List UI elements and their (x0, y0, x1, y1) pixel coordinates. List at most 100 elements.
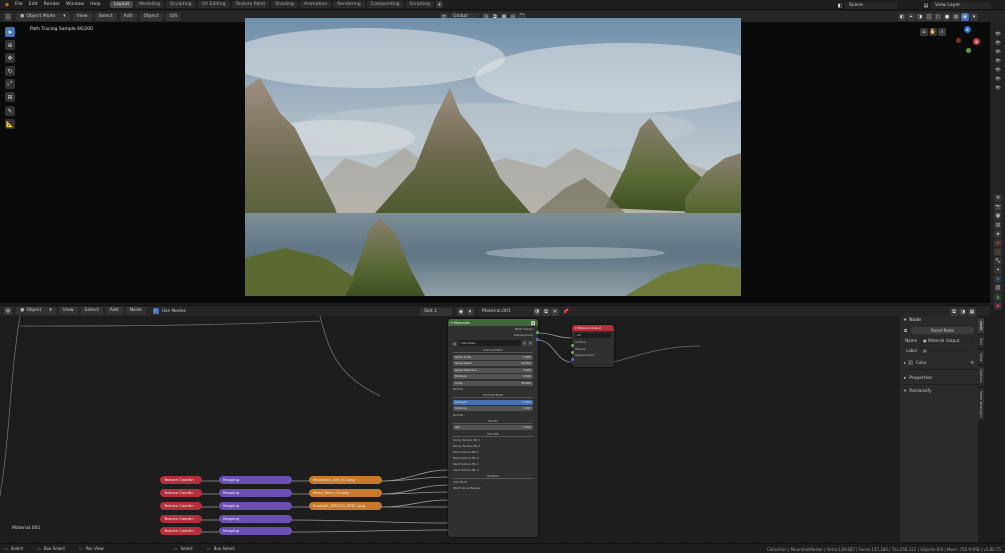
data-properties-icon[interactable]: ▲ (994, 293, 1002, 301)
snap-icon[interactable]: ⧉ (950, 307, 958, 316)
mapping-node[interactable]: Mapping (219, 527, 292, 535)
transform-tool-icon[interactable]: ⊞ (5, 92, 15, 102)
zoom-icon[interactable]: ⌕ (938, 28, 946, 36)
name-field[interactable]: ▣ Material Output (920, 336, 974, 344)
x-axis-icon[interactable]: X (973, 38, 980, 45)
overlay-icon[interactable]: ◑ (916, 12, 924, 21)
shader-type-selector[interactable]: ▣ Object ▾ (16, 307, 56, 315)
visibility-eye-icon[interactable]: 👁 (994, 39, 1002, 47)
unlink-material-icon[interactable]: ✕ (551, 307, 559, 316)
scale-tool-icon[interactable]: ⤢ (5, 79, 15, 89)
tab-modeling[interactable]: Modeling (135, 1, 165, 8)
view-layer-name[interactable]: View Layer (931, 2, 991, 9)
add-workspace-button[interactable]: + (435, 1, 443, 8)
tab-compositing[interactable]: Compositing (366, 1, 404, 8)
duplicate-material-icon[interactable]: ⧉ (542, 307, 550, 316)
target-selector[interactable]: All (575, 333, 611, 338)
input-field[interactable]: Noise Detail 16.000 (453, 361, 533, 366)
input-field[interactable]: Distance 1.000 (453, 406, 533, 411)
sidebar-tab-tool[interactable]: Tool (978, 335, 984, 348)
visibility-eye-icon[interactable]: 👁 (994, 84, 1002, 92)
tab-scripting[interactable]: Scripting (405, 1, 434, 8)
material-name-field[interactable]: Material.001 (478, 307, 530, 316)
menu-help[interactable]: Help (87, 2, 103, 7)
modifier-properties-icon[interactable]: 🔧 (994, 257, 1002, 265)
label-field[interactable]: ▤ (920, 346, 974, 354)
chevron-down-icon[interactable]: ▾ (466, 307, 474, 316)
checkbox-icon[interactable] (908, 360, 914, 365)
scene-selector[interactable]: ◧ Scene (836, 2, 897, 10)
material-sphere-icon[interactable]: ◉ (457, 307, 465, 316)
view-layer-properties-icon[interactable]: ▤ (994, 221, 1002, 229)
object-selector[interactable]: ◍ ▾ Mountain 2 ✕ (453, 340, 533, 346)
xray-icon[interactable]: ◫ (925, 12, 933, 21)
visibility-eye-icon[interactable]: 👁 (994, 30, 1002, 38)
texture-coordinate-node[interactable]: Texture Coordin (160, 489, 202, 497)
tool-properties-icon[interactable]: ⚒ (994, 194, 1002, 202)
sidebar-tab-options[interactable]: Options (978, 366, 984, 386)
list-icon[interactable]: ☰ (970, 360, 974, 365)
sidebar-tab-node[interactable]: Node (978, 318, 984, 334)
visibility-eye-icon[interactable]: 👁 (994, 75, 1002, 83)
menu-edit[interactable]: Edit (26, 2, 41, 7)
output-properties-icon[interactable]: 🖶 (994, 212, 1002, 220)
input-field[interactable]: Noise Scale 2.980 (453, 354, 533, 360)
node-panel-header[interactable]: ▾ Node (900, 316, 978, 325)
close-icon[interactable]: ✕ (528, 340, 533, 346)
visibility-icon[interactable]: ◐ (898, 12, 906, 21)
object-field[interactable]: ▾ Mountain (458, 340, 521, 346)
rotate-tool-icon[interactable]: ↻ (5, 66, 15, 76)
tab-uv-editing[interactable]: UV Editing (197, 1, 230, 8)
output-node-header[interactable]: ▾ Material Output (572, 325, 614, 331)
tab-texture-paint[interactable]: Texture Paint (231, 1, 270, 8)
texture-coordinate-node[interactable]: Texture Coordin (160, 515, 202, 523)
viewport-menu-object[interactable]: Object (139, 12, 163, 21)
sidebar-tab-node-wrangler[interactable]: Node Wrangler (978, 387, 984, 420)
node-menu-select[interactable]: Select (80, 307, 103, 315)
neg-x-axis-icon[interactable] (956, 38, 961, 43)
color-row[interactable]: ▸ Color ☰ (904, 360, 974, 365)
rendered-shading-icon[interactable]: ◉ (961, 12, 969, 21)
pin-icon[interactable]: 📌 (562, 308, 570, 316)
input-field[interactable]: Midlevel 0.500 (453, 374, 533, 379)
mode-selector[interactable]: ▣ Object Mode ▾ (16, 12, 70, 21)
node-menu-node[interactable]: Node (125, 307, 146, 315)
tab-shading[interactable]: Shading (271, 1, 298, 8)
mapping-node[interactable]: Mapping (219, 476, 292, 484)
z-axis-icon[interactable]: Z (964, 26, 971, 33)
reclassify-panel-header[interactable]: ▾ Reclassify (900, 387, 978, 395)
physics-properties-icon[interactable]: ◍ (994, 275, 1002, 283)
menu-window[interactable]: Window (63, 2, 87, 7)
fake-user-shield-icon[interactable]: 🛡 (533, 307, 541, 316)
mountain-node-header[interactable]: ▾ Mountain ⧉ (448, 319, 538, 326)
blender-logo-icon[interactable]: ◉ (3, 1, 11, 9)
move-tool-icon[interactable]: ✥ (5, 53, 15, 63)
overlay-icon[interactable]: ◑ (959, 307, 967, 316)
displacement-socket[interactable] (570, 358, 574, 361)
navigation-gizmo[interactable]: Z X (953, 26, 983, 56)
output-socket[interactable] (536, 338, 539, 341)
visibility-eye-icon[interactable]: 👁 (994, 48, 1002, 56)
node-canvas[interactable]: ▾ Mountain ⧉ BSDF Shader Displacement ◍ … (0, 316, 900, 542)
input-field[interactable]: Noise Distortion 2.000 (453, 367, 533, 373)
editor-type-icon[interactable]: ◫ (4, 12, 12, 21)
image-texture-node[interactable]: Moss_Rock_01.png (309, 489, 382, 497)
texture-coordinate-node[interactable]: Texture Coordin (160, 476, 202, 484)
particles-properties-icon[interactable]: ✦ (994, 266, 1002, 274)
input-field[interactable]: Strength 1.000 (453, 399, 533, 405)
hand-pan-icon[interactable]: ✋ (929, 28, 937, 36)
measure-tool-icon[interactable]: 📐 (5, 119, 15, 129)
cursor-tool-icon[interactable]: ⊕ (5, 40, 15, 50)
input-field[interactable]: Scale 38.900 (453, 380, 533, 386)
backdrop-icon[interactable]: ▦ (968, 307, 976, 316)
sidebar-tab-view[interactable]: View (978, 349, 984, 365)
mapping-node[interactable]: Mapping (219, 502, 292, 510)
world-properties-icon[interactable]: ◉ (994, 239, 1002, 247)
node-menu-view[interactable]: View (58, 307, 78, 315)
surface-socket[interactable] (570, 344, 574, 347)
mapping-node[interactable]: Mapping (219, 489, 292, 497)
camera-view-icon[interactable]: ⌂ (920, 28, 928, 36)
material-shading-icon[interactable]: ◍ (952, 12, 960, 21)
checkbox-checked-icon[interactable]: ✓ (152, 308, 159, 314)
menu-file[interactable]: File (12, 2, 26, 7)
